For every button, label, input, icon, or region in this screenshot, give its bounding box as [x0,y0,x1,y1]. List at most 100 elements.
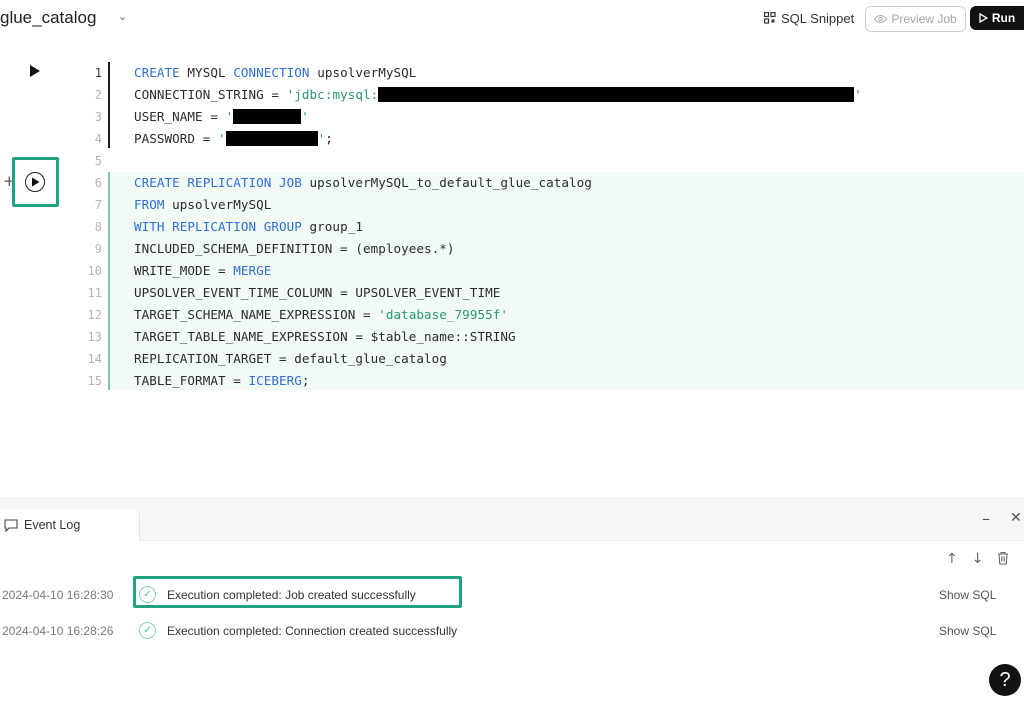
code-line: 1 CREATE MYSQL CONNECTION upsolverMySQL [0,62,1024,84]
string-literal: ' [217,131,226,146]
string-literal: 'database_79955f' [378,307,508,322]
code-token: TARGET_SCHEMA_NAME_EXPRESSION = [134,307,379,322]
line-number: 5 [94,154,102,168]
editor-header: glue_catalog ⌄ SQL Snippet Preview Job R… [0,0,1024,44]
code-line: 11 UPSOLVER_EVENT_TIME_COLUMN = UPSOLVER… [0,282,1024,304]
comment-icon [4,518,18,532]
arrow-up-icon[interactable]: ↑ [946,551,958,567]
keyword: MERGE [233,263,272,278]
log-entry-highlight-box [133,576,462,608]
code-text: TABLE_FORMAT = ICEBERG; [134,373,310,388]
code-line: 7 FROM upsolverMySQL [0,194,1024,216]
event-message: Execution completed: Connection created … [167,624,458,638]
keyword: CREATE [134,65,180,80]
code-token: USER_NAME = [134,109,226,124]
code-token: TABLE_FORMAT = [134,373,249,388]
string-literal: ' [854,87,862,102]
code-text: TARGET_TABLE_NAME_EXPRESSION = $table_na… [134,329,516,344]
sql-snippet-button[interactable]: SQL Snippet [764,8,854,28]
run-label: Run [991,11,1016,25]
line-number: 7 [94,198,102,212]
sql-snippet-label: SQL Snippet [781,10,855,26]
code-token: REPLICATION_TARGET = default_glue_catalo… [134,351,447,366]
code-token: UPSOLVER_EVENT_TIME_COLUMN = UPSOLVER_EV… [134,285,501,300]
event-log-toolbar: ↑ ↓ [946,551,1009,567]
event-log-entry: 2024-04-10 16:28:26 ✓ Execution complete… [0,618,1024,644]
code-text: CONNECTION_STRING = 'jdbc:mysql: ' [134,87,862,102]
code-line: 2 CONNECTION_STRING = 'jdbc:mysql: ' [0,84,1024,106]
code-line: 3 USER_NAME = ' ' [0,106,1024,128]
line-number: 2 [94,88,102,102]
close-icon[interactable]: ✕ [1010,510,1022,526]
redacted-block [378,87,855,102]
preview-job-button[interactable]: Preview Job [865,6,966,32]
code-line: 8 WITH REPLICATION GROUP group_1 [0,216,1024,238]
code-token: upsolverMySQL [309,65,417,80]
trash-icon[interactable] [997,551,1009,565]
code-text: WRITE_MODE = MERGE [134,263,271,278]
tab-event-log[interactable]: Event Log [0,509,140,541]
code-token: CONNECTION_STRING = [134,87,287,102]
line-number: 13 [87,330,102,344]
code-line: 13 TARGET_TABLE_NAME_EXPRESSION = $table… [0,326,1024,348]
show-sql-link[interactable]: Show SQL [939,624,996,638]
string-literal: 'jdbc:mysql: [286,87,379,102]
play-icon [979,13,988,23]
code-line: 4 PASSWORD = ' '; [0,128,1024,150]
code-token: ; [325,131,333,146]
chevron-down-icon[interactable]: ⌄ [118,10,127,23]
line-number: 4 [94,132,102,146]
keyword: FROM [134,197,165,212]
code-line: 14 REPLICATION_TARGET = default_glue_cat… [0,348,1024,370]
line-number: 6 [94,176,102,190]
code-text: FROM upsolverMySQL [134,197,271,212]
eye-icon [874,15,888,23]
code-text: INCLUDED_SCHEMA_DEFINITION = (employees.… [134,241,455,256]
code-line: 12 TARGET_SCHEMA_NAME_EXPRESSION = 'data… [0,304,1024,326]
code-token: PASSWORD = [134,131,218,146]
string-literal: ' [301,109,309,124]
keyword: ICEBERG [248,373,302,388]
keyword: CREATE REPLICATION JOB [134,175,302,190]
code-token: INCLUDED_SCHEMA_DEFINITION = (employees.… [134,241,455,256]
code-line: 6 CREATE REPLICATION JOB upsolverMySQL_t… [0,172,1024,194]
line-number: 15 [87,374,102,388]
line-number: 3 [94,110,102,124]
minimize-icon[interactable]: – [982,509,990,528]
code-line: 9 INCLUDED_SCHEMA_DEFINITION = (employee… [0,238,1024,260]
code-token: TARGET_TABLE_NAME_EXPRESSION = $table_na… [134,329,516,344]
event-timestamp: 2024-04-10 16:28:26 [2,624,114,638]
run-button[interactable]: Run [970,6,1024,30]
event-log-tabbar: Event Log – ✕ [0,499,1024,541]
code-text: USER_NAME = ' ' [134,109,309,124]
code-text: WITH REPLICATION GROUP group_1 [134,219,363,234]
line-number: 11 [87,286,102,300]
arrow-down-icon[interactable]: ↓ [972,551,984,567]
code-line: 15 TABLE_FORMAT = ICEBERG; [0,370,1024,392]
redacted-block [233,109,302,124]
line-number: 12 [87,308,102,322]
help-button[interactable]: ? [989,664,1021,696]
code-token: upsolverMySQL [164,197,272,212]
help-icon: ? [999,668,1011,691]
keyword: WITH REPLICATION GROUP [134,219,302,234]
keyword: CONNECTION [233,65,310,80]
grid-icon [764,12,776,24]
line-number: 9 [94,242,102,256]
code-line: 10 WRITE_MODE = MERGE [0,260,1024,282]
code-text: CREATE MYSQL CONNECTION upsolverMySQL [134,65,416,80]
line-number: 8 [94,220,102,234]
worksheet-title[interactable]: glue_catalog [0,8,96,28]
show-sql-link[interactable]: Show SQL [939,588,996,602]
code-token: ; [301,373,310,388]
code-text: UPSOLVER_EVENT_TIME_COLUMN = UPSOLVER_EV… [134,285,500,300]
code-text: CREATE REPLICATION JOB upsolverMySQL_to_… [134,175,592,190]
event-log-tab-label: Event Log [24,518,81,532]
code-token: upsolverMySQL_to_default_glue_catalog [301,175,592,190]
code-line: 5 [0,150,1024,172]
code-text: PASSWORD = ' '; [134,131,333,146]
string-literal: ' [225,109,234,124]
check-circle-icon: ✓ [139,622,156,639]
preview-job-label: Preview Job [891,12,957,26]
redacted-block [225,131,318,146]
